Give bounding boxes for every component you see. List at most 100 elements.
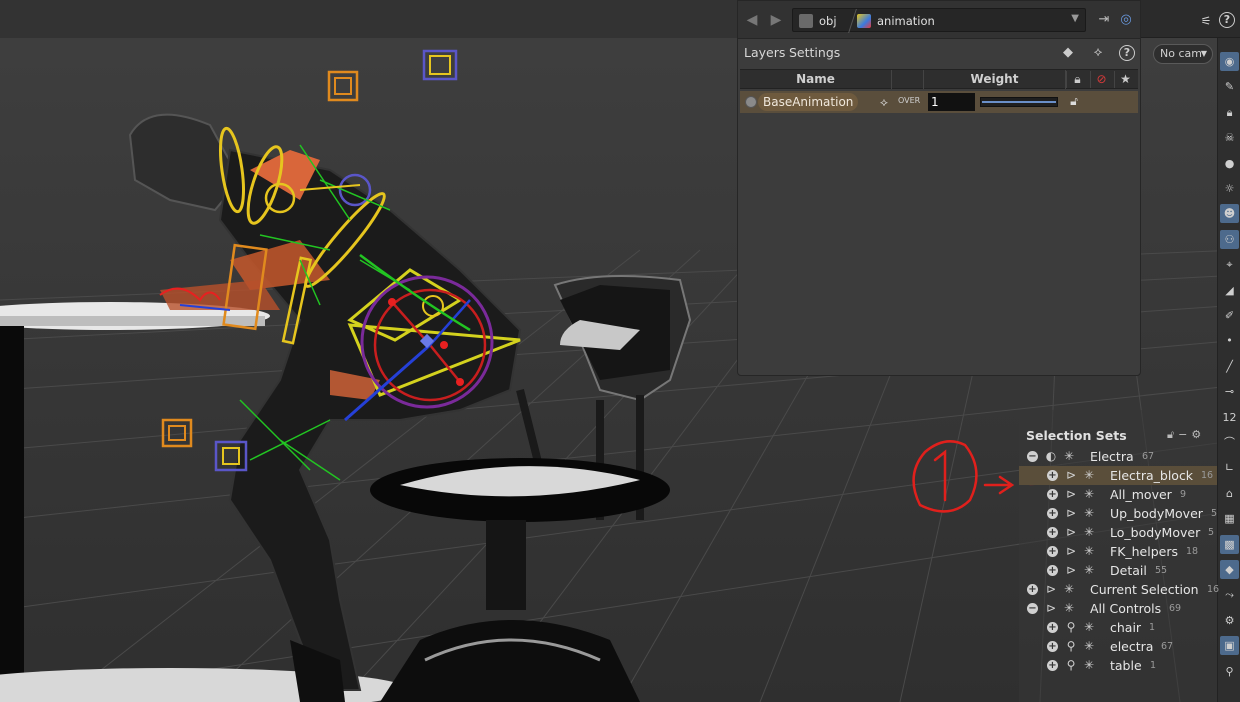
brush-icon[interactable]: ✐ [1220, 306, 1239, 325]
selection-set-row[interactable]: + ⊳ ✳ FK_helpers 18 [1019, 542, 1217, 561]
asterisk-icon[interactable]: ✳ [1081, 639, 1097, 654]
bone-icon[interactable]: ╱ [1220, 357, 1239, 376]
expand-icon[interactable]: + [1047, 489, 1058, 500]
selection-set-label[interactable]: FK_helpers [1110, 543, 1178, 560]
image-icon[interactable]: ▣ [1220, 636, 1239, 656]
selection-set-label[interactable]: All Controls [1090, 600, 1161, 617]
network-path[interactable]: obj animation ▼ [792, 8, 1086, 33]
expand-icon[interactable]: + [1047, 527, 1058, 538]
layer-active-dot[interactable] [745, 96, 757, 108]
select-icon[interactable]: ✎ [1220, 77, 1239, 96]
asterisk-icon[interactable]: ✳ [1081, 487, 1097, 502]
selection-set-row[interactable]: + ⊳ ✳ All_mover 9 [1019, 485, 1217, 504]
expand-icon[interactable]: + [1047, 660, 1058, 671]
expand-icon[interactable]: + [1047, 622, 1058, 633]
collapse-icon[interactable]: − [1178, 428, 1191, 441]
selection-set-label[interactable]: chair [1110, 619, 1141, 636]
ik-icon[interactable]: ⤳ [1220, 585, 1239, 604]
back-arrow-icon[interactable]: ◀ [742, 11, 762, 29]
asterisk-icon[interactable]: ✳ [1081, 658, 1097, 673]
selection-set-row[interactable]: + ⚲ ✳ electra 67 [1019, 637, 1217, 656]
tab-settings[interactable]: Settings [789, 43, 840, 63]
camera-icon[interactable]: ⌖ [1220, 255, 1239, 274]
selection-set-label[interactable]: table [1110, 657, 1142, 674]
selection-set-label[interactable]: All_mover [1110, 486, 1172, 503]
layer-name[interactable]: BaseAnimation [758, 93, 859, 111]
expand-icon[interactable]: + [1047, 508, 1058, 519]
expand-icon[interactable]: + [1047, 546, 1058, 557]
selection-set-label[interactable]: electra [1110, 638, 1153, 655]
settings-icon[interactable]: ⚙ [1220, 611, 1239, 630]
angle-icon[interactable]: ∟ [1220, 458, 1239, 477]
layer-weight-slider[interactable] [980, 97, 1058, 107]
help-icon[interactable]: ? [1219, 12, 1235, 28]
asterisk-icon[interactable]: ✳ [1081, 620, 1097, 635]
asterisk-icon[interactable]: ✳ [1061, 601, 1077, 616]
expand-icon[interactable]: + [1047, 470, 1058, 481]
asterisk-icon[interactable]: ✳ [1061, 449, 1077, 464]
solo-star-icon[interactable]: ★ [1114, 71, 1136, 88]
pin-icon[interactable]: ⊸ [1220, 382, 1239, 401]
collapse-icon[interactable]: − [1027, 451, 1038, 462]
magnet-icon[interactable]: ⌂ [1220, 484, 1239, 503]
selection-set-row[interactable]: + ⊳ ✳ Lo_bodyMover 5 [1019, 523, 1217, 542]
asterisk-icon[interactable]: ✳ [1081, 544, 1097, 559]
pose-icon[interactable]: ⚇ [1220, 229, 1239, 249]
number-12-icon[interactable]: 12 [1220, 408, 1239, 427]
grid-icon[interactable]: ▦ [1220, 509, 1239, 528]
add-layer-icon[interactable]: ◆ [1058, 43, 1078, 63]
mute-icon[interactable]: ⊘ [1090, 71, 1112, 88]
selection-set-row[interactable]: − ◐ ✳ Electra 67 [1019, 447, 1217, 466]
add-channel-layer-icon[interactable]: ⟡ [1088, 43, 1108, 63]
lock-icon[interactable]: 🔓︎ [1066, 94, 1082, 110]
chevron-down-icon[interactable]: ▼ [1071, 13, 1079, 24]
lock-icon[interactable]: 🔒︎ [1220, 103, 1239, 122]
selection-set-row[interactable]: + ⊳ ✳ Detail 55 [1019, 561, 1217, 580]
handle-icon[interactable]: ◢ [1220, 281, 1239, 300]
selection-sets-header-icons[interactable]: 🔓︎−⚙ [1167, 428, 1205, 442]
expand-icon[interactable]: + [1047, 565, 1058, 576]
location-icon[interactable]: ⚲ [1220, 662, 1239, 681]
gear-icon[interactable]: ⚙ [1191, 428, 1205, 441]
checker-icon[interactable]: ▩ [1220, 534, 1239, 554]
view-icon[interactable]: ◉ [1220, 52, 1239, 71]
shape-icon[interactable]: ◆ [1220, 560, 1239, 579]
selection-set-row[interactable]: + ⊳ ✳ Electra_block 16 [1019, 466, 1217, 485]
path-segment-obj[interactable]: obj [819, 12, 837, 30]
expand-icon[interactable]: + [1047, 641, 1058, 652]
link-target-icon[interactable]: ◎ [1116, 11, 1136, 29]
bulb-icon[interactable]: ☼ [1220, 179, 1239, 198]
character-icon[interactable]: ☻ [1220, 204, 1239, 224]
expand-icon[interactable]: + [1027, 584, 1038, 595]
collapse-icon[interactable]: − [1027, 603, 1038, 614]
selection-set-row[interactable]: + ⚲ ✳ chair 1 [1019, 618, 1217, 637]
curve-icon[interactable]: ⌒ [1220, 433, 1239, 452]
selection-set-label[interactable]: Lo_bodyMover [1110, 524, 1200, 541]
camera-dropdown[interactable]: No cam ▼ [1153, 44, 1213, 64]
light-icon[interactable]: ● [1220, 154, 1239, 173]
column-header-weight[interactable]: Weight [924, 70, 1066, 89]
asterisk-icon[interactable]: ✳ [1081, 563, 1097, 578]
tab-layers[interactable]: Layers [744, 43, 785, 63]
layer-blend-mode[interactable]: OVER [898, 96, 920, 105]
selection-set-label[interactable]: Electra_block [1110, 467, 1193, 484]
layer-weight-field[interactable]: 1 [928, 93, 975, 111]
forward-arrow-icon[interactable]: ▶ [766, 11, 786, 29]
layer-row[interactable]: BaseAnimation ⟡ OVER 1 🔓︎ [740, 91, 1138, 113]
skeleton-icon[interactable]: ☠ [1220, 128, 1239, 147]
asterisk-icon[interactable]: ✳ [1061, 582, 1077, 597]
selection-set-label[interactable]: Electra [1090, 448, 1134, 465]
point-icon[interactable]: • [1220, 331, 1239, 350]
path-segment-animation[interactable]: animation [877, 12, 935, 30]
selection-set-row[interactable]: + ⊳ ✳ Current Selection 16 [1019, 580, 1219, 599]
asterisk-icon[interactable]: ✳ [1081, 506, 1097, 521]
lock-icon[interactable]: 🔒︎ [1066, 71, 1088, 88]
selection-set-row[interactable]: + ⚲ ✳ table 1 [1019, 656, 1217, 675]
selection-set-row[interactable]: − ⊳ ✳ All Controls 69 [1019, 599, 1217, 618]
asterisk-icon[interactable]: ✳ [1081, 468, 1097, 483]
pin-icon[interactable]: ⇥ [1094, 11, 1114, 29]
lock-icon[interactable]: 🔓︎ [1167, 428, 1178, 441]
selection-set-row[interactable]: + ⊳ ✳ Up_bodyMover 5 [1019, 504, 1217, 523]
display-options-icon[interactable]: ⚟ [1197, 12, 1215, 30]
selection-set-label[interactable]: Current Selection [1090, 581, 1199, 598]
